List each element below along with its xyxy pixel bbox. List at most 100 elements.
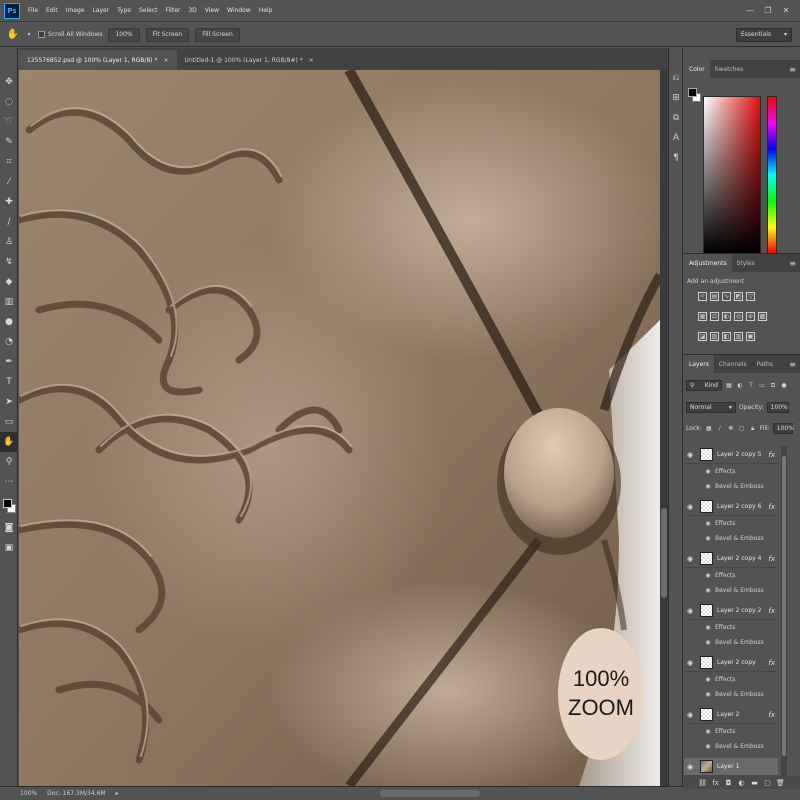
posterize-icon[interactable]: ▧	[710, 332, 719, 341]
effects-row[interactable]: ◉ Effects	[684, 724, 778, 738]
quick-selection-tool-icon[interactable]: ✎	[0, 132, 18, 152]
visibility-eye-icon[interactable]: ◉	[684, 555, 696, 563]
panel-menu-icon[interactable]: ≡	[789, 65, 796, 74]
threshold-icon[interactable]: ◧	[722, 332, 731, 341]
exposure-icon[interactable]: ◩	[734, 292, 743, 301]
tab-styles[interactable]: Styles	[732, 254, 760, 272]
visibility-eye-icon[interactable]: ◉	[684, 763, 696, 771]
layer-row[interactable]: ◉ Layer 2 copy 6 fx	[684, 498, 778, 516]
filter-type-icon[interactable]: T	[747, 382, 755, 390]
vibrance-icon[interactable]: ▽	[746, 292, 755, 301]
effect-eye-icon[interactable]: ◉	[704, 743, 712, 750]
effect-eye-icon[interactable]: ◉	[704, 483, 712, 490]
lock-position-icon[interactable]: ✥	[727, 425, 735, 433]
effect-row[interactable]: ◉ Bevel & Emboss	[684, 635, 778, 649]
zoom-100-button[interactable]: 100%	[108, 27, 140, 42]
rectangle-tool-icon[interactable]: ▭	[0, 412, 18, 432]
paragraph-panel-icon[interactable]: ¶	[669, 148, 683, 168]
workspace-select[interactable]: Essentials ▾	[736, 27, 792, 42]
hue-slider[interactable]	[767, 96, 777, 254]
scroll-all-windows-checkbox[interactable]: Scroll All Windows	[38, 31, 102, 38]
invert-icon[interactable]: ◪	[698, 332, 707, 341]
menu-help[interactable]: Help	[256, 7, 278, 14]
gradient-map-icon[interactable]: ▥	[734, 332, 743, 341]
zoom-tool-icon[interactable]: ⚲	[0, 452, 18, 472]
tab-document-1[interactable]: 125576852.psd @ 100% (Layer 1, RGB/8) * …	[19, 50, 177, 70]
status-zoom[interactable]: 100%	[20, 790, 37, 797]
tab-channels[interactable]: Channels	[714, 355, 752, 373]
effects-row[interactable]: ◉ Effects	[684, 516, 778, 530]
effects-row[interactable]: ◉ Effects	[684, 620, 778, 634]
panel-menu-icon[interactable]: ≡	[789, 360, 796, 369]
menu-image[interactable]: Image	[63, 7, 90, 14]
hand-tool-icon[interactable]: ✋	[0, 432, 18, 452]
layers-scrollbar[interactable]	[781, 446, 787, 776]
fx-icon[interactable]: fx	[768, 503, 775, 511]
fill-screen-button[interactable]: Fill Screen	[195, 27, 240, 42]
screen-mode-icon[interactable]: ▣	[0, 538, 18, 558]
healing-brush-tool-icon[interactable]: ✚	[0, 192, 18, 212]
brightness-contrast-icon[interactable]: ☼	[698, 292, 707, 301]
type-tool-icon[interactable]: T	[0, 372, 18, 392]
layer-list[interactable]: ◉ Layer 2 copy 5 fx ◉ Effects ◉ Bevel & …	[684, 446, 778, 776]
tab-layers[interactable]: Layers	[684, 355, 714, 373]
effects-eye-icon[interactable]: ◉	[704, 676, 712, 683]
brush-tool-icon[interactable]: ∕	[0, 212, 18, 232]
filter-toggle-icon[interactable]: ●	[780, 382, 788, 390]
close-icon[interactable]: ✕	[164, 57, 169, 64]
document-canvas[interactable]: 100% ZOOM	[19, 70, 660, 786]
panel-menu-icon[interactable]: ≡	[789, 259, 796, 268]
effect-eye-icon[interactable]: ◉	[704, 639, 712, 646]
curves-icon[interactable]: ∿	[722, 292, 731, 301]
lock-artboard-icon[interactable]: ▢	[738, 425, 746, 433]
scrollbar-thumb[interactable]	[782, 456, 786, 756]
crop-tool-icon[interactable]: ⌗	[0, 152, 18, 172]
tab-adjustments[interactable]: Adjustments	[684, 254, 732, 272]
layer-row-selected[interactable]: ◉ Layer 1	[684, 758, 778, 776]
menu-filter[interactable]: Filter	[163, 7, 186, 14]
menu-edit[interactable]: Edit	[43, 7, 63, 14]
visibility-eye-icon[interactable]: ◉	[684, 607, 696, 615]
fx-icon[interactable]: fx	[768, 451, 775, 459]
quick-mask-icon[interactable]: ◙	[0, 518, 18, 538]
blend-mode-select[interactable]: Normal ▾	[686, 402, 736, 413]
opacity-input[interactable]: 100%	[766, 402, 789, 413]
effects-row[interactable]: ◉ Effects	[684, 464, 778, 478]
tool-preset-chevron-icon[interactable]: ▾	[26, 28, 32, 42]
path-selection-tool-icon[interactable]: ➤	[0, 392, 18, 412]
effects-eye-icon[interactable]: ◉	[704, 624, 712, 631]
filter-pixel-icon[interactable]: ▦	[725, 382, 733, 390]
properties-panel-icon[interactable]: ⊞	[669, 88, 683, 108]
selective-color-icon[interactable]: ▣	[746, 332, 755, 341]
layer-filter-kind-select[interactable]: ⚲ Kind	[686, 380, 722, 391]
lock-all-icon[interactable]: 🔒︎	[749, 425, 757, 433]
layer-row[interactable]: ◉ Layer 2 copy fx	[684, 654, 778, 672]
add-layer-style-icon[interactable]: fx	[711, 779, 720, 787]
filter-smart-object-icon[interactable]: ⧉	[769, 382, 777, 390]
pen-tool-icon[interactable]: ✒	[0, 352, 18, 372]
color-balance-icon[interactable]: ⚖	[710, 312, 719, 321]
new-group-icon[interactable]: ▬	[750, 779, 759, 787]
effect-row[interactable]: ◉ Bevel & Emboss	[684, 687, 778, 701]
color-picker-field[interactable]	[703, 96, 761, 254]
fx-icon[interactable]: fx	[768, 711, 775, 719]
layer-row[interactable]: ◉ Layer 2 copy 2 fx	[684, 602, 778, 620]
marquee-tool-icon[interactable]: ◌	[0, 92, 18, 112]
status-arrow-icon[interactable]: ▸	[116, 790, 119, 797]
layer-row[interactable]: ◉ Layer 2 fx	[684, 706, 778, 724]
effects-eye-icon[interactable]: ◉	[704, 520, 712, 527]
effect-eye-icon[interactable]: ◉	[704, 535, 712, 542]
visibility-eye-icon[interactable]: ◉	[684, 451, 696, 459]
canvas-vertical-scrollbar[interactable]	[660, 70, 668, 786]
blur-tool-icon[interactable]: ●	[0, 312, 18, 332]
character-panel-icon[interactable]: A	[669, 128, 683, 148]
new-layer-icon[interactable]: ▢	[763, 779, 772, 787]
menu-3d[interactable]: 3D	[185, 7, 201, 14]
minimize-icon[interactable]: —	[744, 5, 756, 17]
dodge-tool-icon[interactable]: ◔	[0, 332, 18, 352]
eyedropper-tool-icon[interactable]: ⁄	[0, 172, 18, 192]
levels-icon[interactable]: ▤	[710, 292, 719, 301]
fx-icon[interactable]: fx	[768, 607, 775, 615]
history-panel-icon[interactable]: ⎌	[669, 68, 683, 88]
fill-input[interactable]: 100%	[772, 423, 794, 434]
